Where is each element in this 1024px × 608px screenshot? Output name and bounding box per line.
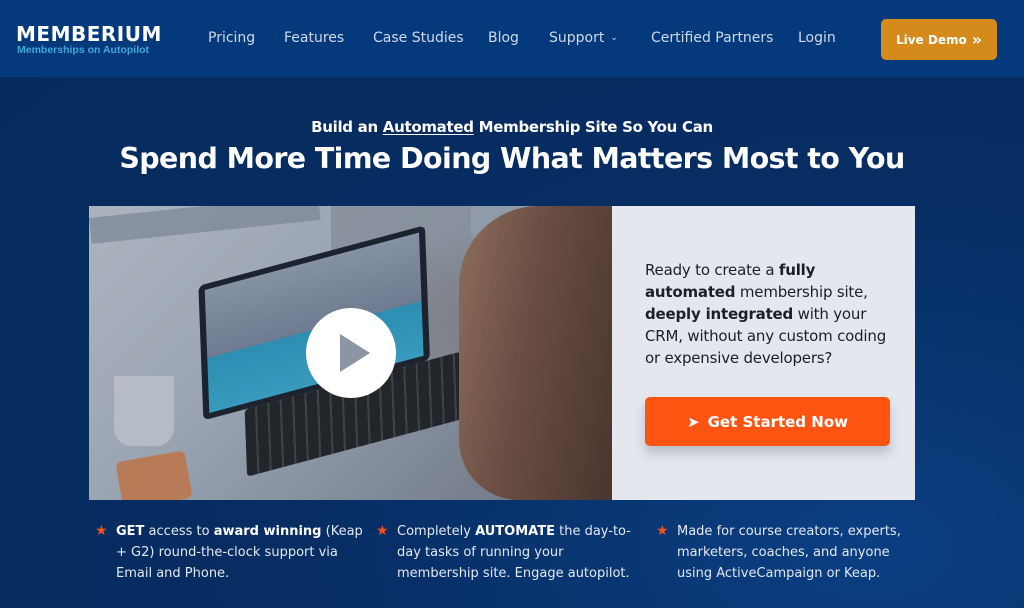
subheadline-text-pre: Build an — [311, 118, 383, 136]
nav-certified-partners[interactable]: Certified Partners — [651, 30, 773, 46]
feature-text: GET access to award winning (Keap + G2) … — [116, 524, 363, 581]
emphasis-text: award winning — [213, 524, 322, 539]
get-started-button[interactable]: ➤ Get Started Now — [645, 397, 890, 446]
logo-tagline: Memberships on Autopilot — [17, 44, 150, 56]
star-icon: ★ — [95, 523, 108, 539]
get-started-label: Get Started Now — [707, 412, 848, 431]
nav-pricing[interactable]: Pricing — [208, 30, 255, 46]
double-chevron-right-icon: » — [971, 29, 983, 49]
nav-support[interactable]: Support ⌄ — [549, 30, 618, 46]
feature-item-support: ★ GET access to award winning (Keap + G2… — [95, 521, 376, 584]
hero-headline: Spend More Time Doing What Matters Most … — [119, 142, 905, 175]
play-button[interactable] — [306, 308, 396, 398]
logo-title: MEMBERIUM — [16, 22, 162, 46]
site-header: MEMBERIUM Memberships on Autopilot Prici… — [0, 0, 1024, 77]
cta-description: Ready to create a fully automated member… — [645, 259, 895, 369]
nav-features[interactable]: Features — [284, 30, 344, 46]
nav-login[interactable]: Login — [798, 30, 836, 46]
star-icon: ★ — [376, 523, 389, 539]
hero-subheadline: Build an Automated Membership Site So Yo… — [0, 118, 1024, 136]
feature-item-audience: ★ Made for course creators, experts, mar… — [656, 521, 922, 584]
body-text: Made for course creators, experts, marke… — [677, 524, 901, 581]
live-demo-button[interactable]: Live Demo » — [881, 19, 997, 60]
feature-text: Made for course creators, experts, marke… — [677, 524, 901, 581]
emphasis-text: AUTOMATE — [475, 524, 555, 539]
nav-blog[interactable]: Blog — [488, 30, 519, 46]
body-text: access to — [144, 524, 214, 539]
subheadline-emphasis: Automated — [382, 118, 474, 136]
play-icon — [340, 334, 370, 372]
nav-case-studies[interactable]: Case Studies — [373, 30, 464, 46]
body-text: membership site, — [735, 283, 868, 301]
chevron-down-icon: ⌄ — [610, 33, 618, 43]
feature-item-automate: ★ Completely AUTOMATE the day-to-day tas… — [376, 521, 637, 584]
emphasis-text: deeply integrated — [645, 305, 794, 323]
emphasis-text: GET — [116, 524, 145, 539]
send-arrow-icon: ➤ — [687, 412, 700, 431]
star-icon: ★ — [656, 523, 669, 539]
subheadline-text-post: Membership Site So You Can — [473, 118, 714, 136]
feature-text: Completely AUTOMATE the day-to-day tasks… — [397, 524, 631, 581]
body-text: Completely — [397, 524, 476, 539]
logo[interactable]: MEMBERIUM Memberships on Autopilot — [16, 24, 162, 56]
live-demo-label: Live Demo — [895, 32, 967, 47]
cta-card: Ready to create a fully automated member… — [612, 206, 915, 500]
body-text: Ready to create a — [645, 261, 779, 279]
nav-support-label: Support — [549, 30, 605, 46]
